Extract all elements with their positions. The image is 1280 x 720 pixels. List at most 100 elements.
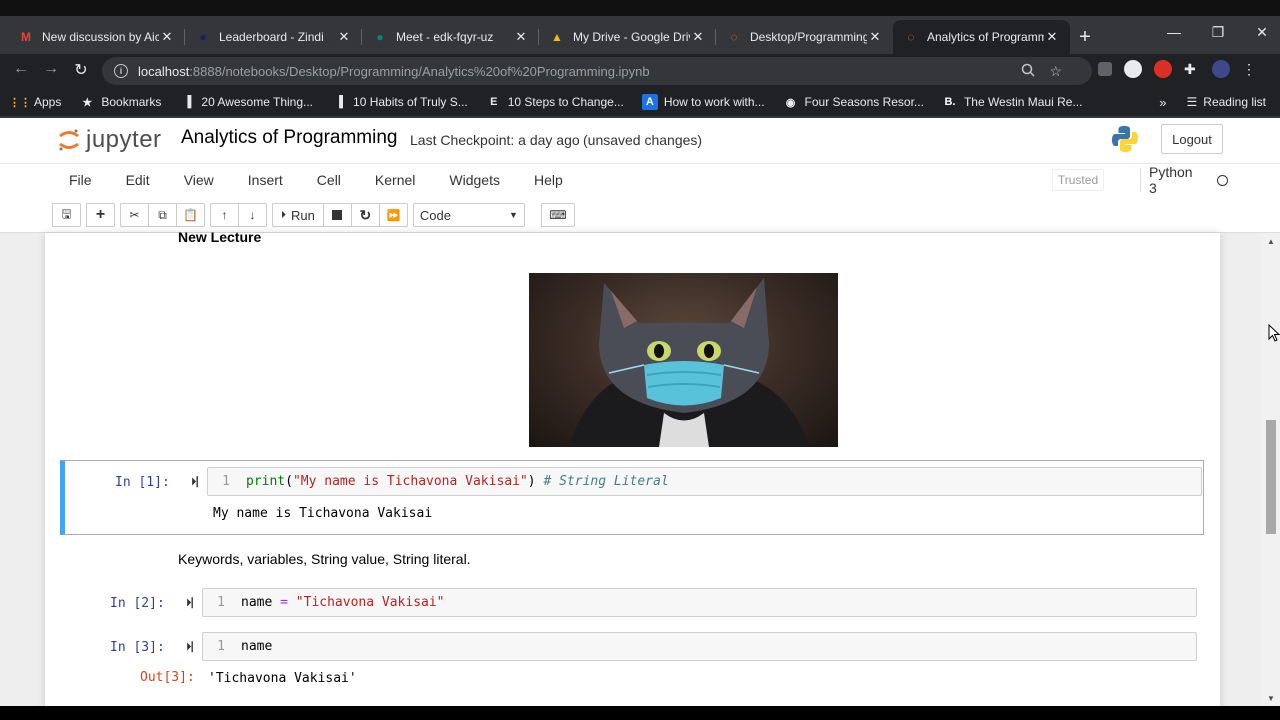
tab-close-icon[interactable]: ✕ bbox=[513, 29, 529, 45]
bookmarks-bar: ⋮⋮ Apps ★ Bookmarks ▐ 20 Awesome Thing... ▐ 10 … bbox=[0, 88, 1280, 116]
copy-icon[interactable]: ⧉ bbox=[148, 203, 177, 227]
reading-list[interactable]: » ☰ Reading list bbox=[1159, 88, 1266, 116]
bookmark-item[interactable]: A How to work with... bbox=[641, 94, 765, 110]
window-controls: — ❐ ✕ bbox=[1164, 24, 1272, 41]
bookmark-item[interactable]: ▐ 20 Awesome Thing... bbox=[179, 94, 313, 110]
tab-close-icon[interactable]: ✕ bbox=[867, 29, 883, 45]
bookmark-label: How to work with... bbox=[663, 95, 765, 109]
omnibox[interactable]: i localhost:8888/notebooks/Desktop/Progr… bbox=[102, 57, 1092, 85]
minimize-icon[interactable]: — bbox=[1164, 24, 1184, 41]
kernel-idle-icon bbox=[1217, 174, 1228, 186]
zoom-icon[interactable] bbox=[1021, 63, 1035, 80]
code-cell[interactable]: In [2]: ⏵▏ 1 name = "Tichavona Vakisai" bbox=[60, 586, 1204, 622]
code-cell-selected[interactable]: In [1]: ⏵▏ 1 print("My name is Tichavona… bbox=[60, 460, 1204, 535]
paste-icon[interactable]: 📋 bbox=[176, 203, 205, 227]
adblock-extension-icon[interactable] bbox=[1154, 60, 1172, 78]
scroll-thumb[interactable] bbox=[1266, 420, 1276, 534]
bookmark-item[interactable]: ▐ 10 Habits of Truly S... bbox=[331, 94, 468, 110]
restart-run-all-icon[interactable]: ⏩ bbox=[378, 203, 408, 227]
chrome-menu-icon[interactable]: ⋮ bbox=[1242, 61, 1256, 78]
logout-button[interactable]: Logout bbox=[1161, 124, 1223, 154]
close-window-icon[interactable]: ✕ bbox=[1252, 24, 1272, 41]
jupyter-header: jupyter Analytics of Programming Last Ch… bbox=[0, 118, 1280, 233]
browser-tab[interactable]: ◌ Analytics of Programmi ✕ bbox=[893, 20, 1070, 54]
code-input[interactable]: 1 print("My name is Tichavona Vakisai") … bbox=[207, 467, 1202, 496]
cell-type-select[interactable]: Code ▼ bbox=[412, 203, 525, 227]
bookmark-item[interactable]: ★ Bookmarks bbox=[79, 94, 161, 110]
cat-wearing-mask-image bbox=[529, 273, 838, 447]
trusted-indicator[interactable]: Trusted bbox=[1052, 169, 1104, 191]
notebook-title[interactable]: Analytics of Programming bbox=[181, 127, 397, 149]
a-icon: A bbox=[641, 94, 658, 110]
menu-view[interactable]: View bbox=[167, 172, 231, 188]
back-icon[interactable]: ← bbox=[10, 60, 32, 78]
run-cell-icon[interactable]: ⏵▏ bbox=[191, 476, 208, 489]
browser-tab[interactable]: ◌ Desktop/Programming/✕ bbox=[716, 20, 893, 54]
forward-icon[interactable]: → bbox=[40, 60, 62, 78]
move-down-icon[interactable]: ↓ bbox=[238, 203, 267, 227]
code-input[interactable]: 1 name = "Tichavona Vakisai" bbox=[202, 588, 1197, 617]
tab-close-icon[interactable]: ✕ bbox=[1044, 29, 1060, 45]
bookmark-star-icon[interactable]: ☆ bbox=[1049, 63, 1062, 80]
browser-tab[interactable]: ▲ My Drive - Google Driv ✕ bbox=[539, 20, 716, 54]
bookmark-item[interactable]: B. The Westin Maui Re... bbox=[942, 94, 1082, 110]
restore-icon[interactable]: ❐ bbox=[1208, 24, 1228, 41]
browser-chrome: M New discussion by Aic ✕ ● Leaderboard - Zi… bbox=[0, 0, 1280, 118]
tab-title: Desktop/Programming/ bbox=[750, 30, 867, 44]
run-cell-icon[interactable]: ⏵▏ bbox=[186, 641, 203, 654]
menu-kernel[interactable]: Kernel bbox=[358, 172, 432, 188]
save-icon[interactable]: 🖫 bbox=[52, 203, 81, 227]
insert-cell-icon[interactable]: + bbox=[86, 203, 115, 227]
url-path: :8888/notebooks/Desktop/Programming/Anal… bbox=[189, 63, 650, 79]
bookmark-label: Four Seasons Resor... bbox=[804, 95, 924, 109]
cell-output: 'Tichavona Vakisai' bbox=[208, 671, 357, 686]
menu-cell[interactable]: Cell bbox=[300, 172, 358, 188]
camera-extension-icon[interactable] bbox=[1098, 62, 1112, 76]
tab-close-icon[interactable]: ✕ bbox=[336, 29, 352, 45]
scroll-down-icon[interactable]: ▼ bbox=[1267, 694, 1275, 703]
title-strip bbox=[0, 0, 1280, 16]
more-bookmarks-icon[interactable]: » bbox=[1159, 95, 1166, 110]
jupyter-logo-icon bbox=[58, 128, 80, 152]
scroll-up-icon[interactable]: ▲ bbox=[1267, 237, 1275, 246]
new-tab-button[interactable]: + bbox=[1070, 20, 1100, 54]
menu-file[interactable]: File bbox=[52, 172, 109, 188]
menu-widgets[interactable]: Widgets bbox=[432, 172, 517, 188]
run-button[interactable]: ⏵ Run bbox=[272, 203, 324, 227]
browser-tab[interactable]: M New discussion by Aic ✕ bbox=[8, 20, 185, 54]
page-scrollbar[interactable]: ▲ ▼ bbox=[1262, 233, 1280, 706]
jupyter-logo[interactable]: jupyter bbox=[58, 126, 162, 154]
globe-icon: ◉ bbox=[785, 96, 796, 109]
move-up-icon[interactable]: ↑ bbox=[210, 203, 239, 227]
menu-edit[interactable]: Edit bbox=[109, 172, 167, 188]
bookmark-label: Bookmarks bbox=[101, 95, 162, 109]
tab-title: Meet - edk-fqyr-uz bbox=[396, 30, 494, 44]
reading-list-icon: ☰ bbox=[1186, 95, 1198, 109]
tab-close-icon[interactable]: ✕ bbox=[159, 29, 175, 45]
record-extension-icon[interactable] bbox=[1124, 60, 1142, 78]
browser-tab[interactable]: ● Leaderboard - Zindi ✕ bbox=[185, 20, 362, 54]
bottom-strip bbox=[0, 706, 1280, 720]
interrupt-icon[interactable] bbox=[322, 203, 352, 227]
bookmark-item[interactable]: ⋮⋮ Apps bbox=[9, 94, 61, 110]
bookmark-item[interactable]: E 10 Steps to Change... bbox=[486, 94, 624, 110]
profile-avatar[interactable] bbox=[1212, 60, 1230, 78]
restart-icon[interactable]: ↻ bbox=[350, 203, 380, 227]
code-input[interactable]: 1 name bbox=[202, 632, 1197, 661]
run-cell-icon[interactable]: ⏵▏ bbox=[186, 597, 203, 610]
bookmark-item[interactable]: ◉ Four Seasons Resor... bbox=[783, 94, 924, 110]
notebook-container: New Lecture In [1]: ⏵▏ 1 print("My name … bbox=[45, 229, 1220, 706]
gmail-icon: M bbox=[21, 30, 31, 44]
tab-close-icon[interactable]: ✕ bbox=[690, 29, 706, 45]
cell-prompt: In [1]: bbox=[115, 475, 170, 490]
menu-help[interactable]: Help bbox=[517, 172, 580, 188]
reload-icon[interactable]: ↻ bbox=[70, 60, 92, 80]
site-info-icon[interactable]: i bbox=[114, 64, 128, 78]
kernel-indicator[interactable]: Python 3 bbox=[1140, 164, 1228, 196]
cut-icon[interactable]: ✂ bbox=[120, 203, 149, 227]
menu-insert[interactable]: Insert bbox=[231, 172, 300, 188]
code-cell[interactable]: In [3]: ⏵▏ 1 name Out[3]: 'Tichavona Vak… bbox=[60, 630, 1204, 700]
keyboard-icon[interactable]: ⌨ bbox=[540, 203, 575, 227]
puzzle-icon[interactable]: ✚ bbox=[1184, 61, 1200, 77]
browser-tab[interactable]: ● Meet - edk-fqyr-uz ✕ bbox=[362, 20, 539, 54]
